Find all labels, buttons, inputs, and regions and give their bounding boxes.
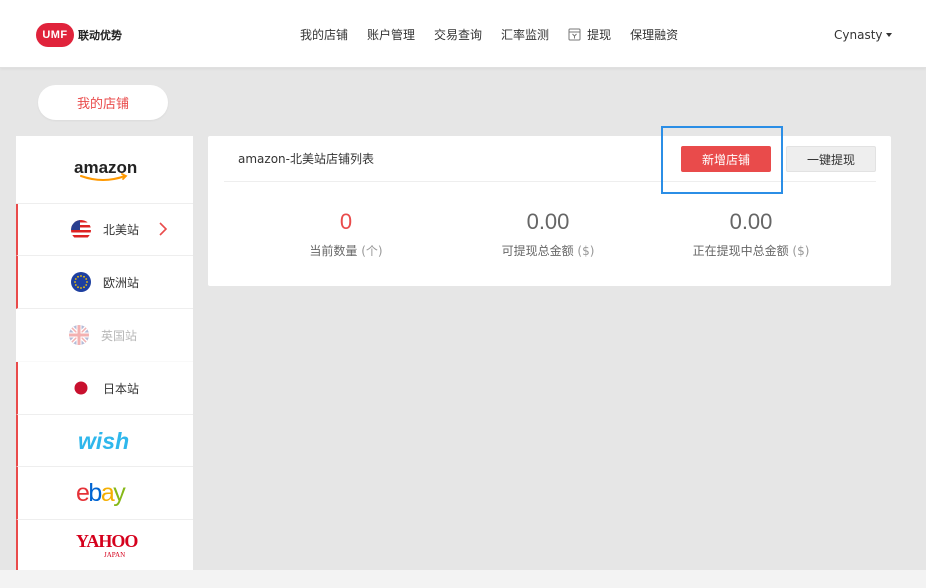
uk-flag-icon <box>69 325 89 345</box>
sidebar-item-label: 北美站 <box>103 223 140 237</box>
card-title: amazon-北美站店铺列表 <box>238 152 374 166</box>
one-click-withdraw-button[interactable]: 一键提现 <box>786 146 876 172</box>
logo-badge: UMF <box>36 23 74 47</box>
user-menu[interactable]: Cynasty <box>834 28 892 42</box>
stat-store-count: 0 当前数量 (个) <box>246 208 446 259</box>
chevron-right-icon <box>159 222 168 236</box>
nav-transactions[interactable]: 交易查询 <box>434 26 482 43</box>
store-list-card: amazon-北美站店铺列表 新增店铺 一键提现 0 当前数量 (个) 0.00… <box>208 136 891 286</box>
nav-factoring[interactable]: 保理融资 <box>630 26 678 43</box>
sidebar-item-label: 英国站 <box>101 328 138 343</box>
top-header: UMF 联动优势 我的店铺 账户管理 交易查询 汇率监测 提现 保理融资 Cyn… <box>0 0 926 68</box>
stat-withdrawing-total: 0.00 正在提现中总金额 ($) <box>651 208 851 259</box>
us-flag-icon <box>71 219 91 240</box>
sidebar-item-uk: 英国站 <box>16 309 193 362</box>
nav-withdraw[interactable]: 提现 <box>568 26 611 43</box>
platform-sidebar: amazon 北美站 欧洲站 英国站 日本站 wish ebay YAHOO! … <box>16 136 193 570</box>
stat-unit: ($) <box>792 244 810 258</box>
sidebar-item-yahoo-japan[interactable]: YAHOO! JAPAN <box>16 520 193 570</box>
svg-text:JAPAN: JAPAN <box>104 551 125 559</box>
yahoo-japan-logo: YAHOO! JAPAN <box>76 531 138 559</box>
nav-my-store[interactable]: 我的店铺 <box>300 26 348 43</box>
sidebar-item-ebay[interactable]: ebay <box>16 467 193 520</box>
wish-logo: wish <box>78 428 129 454</box>
ebay-logo: ebay <box>76 479 128 507</box>
svg-text:wish: wish <box>78 428 129 454</box>
umf-logo[interactable]: UMF 联动优势 <box>36 23 122 47</box>
chevron-down-icon <box>885 33 892 37</box>
main-nav: 我的店铺 账户管理 交易查询 汇率监测 提现 保理融资 <box>300 24 697 44</box>
jp-flag-icon <box>71 378 91 398</box>
stat-value: 0 <box>339 209 353 234</box>
svg-text:ebay: ebay <box>76 479 126 507</box>
withdraw-icon <box>568 28 581 40</box>
sidebar-item-amazon[interactable]: amazon <box>16 136 193 204</box>
sidebar-item-wish[interactable]: wish <box>16 415 193 467</box>
sidebar-item-north-america[interactable]: 北美站 <box>16 204 193 256</box>
stat-unit: ($) <box>577 244 595 258</box>
footer-strip <box>0 570 926 588</box>
sidebar-item-japan[interactable]: 日本站 <box>16 362 193 415</box>
stat-withdrawable-total: 0.00 可提现总金额 ($) <box>448 208 648 259</box>
logo-text: 联动优势 <box>78 28 122 42</box>
sidebar-item-label: 欧洲站 <box>103 275 140 290</box>
eu-flag-icon <box>71 272 91 292</box>
highlight-box <box>661 126 783 194</box>
stat-caption: 当前数量 <box>309 244 358 258</box>
stat-value: 0.00 <box>526 209 570 234</box>
stat-caption: 正在提现中总金额 <box>692 244 789 258</box>
stat-unit: (个) <box>361 244 383 258</box>
sidebar-item-label: 日本站 <box>103 381 140 396</box>
sidebar-item-europe[interactable]: 欧洲站 <box>16 256 193 309</box>
user-name: Cynasty <box>834 28 883 42</box>
amazon-logo: amazon <box>74 158 137 181</box>
stat-caption: 可提现总金额 <box>501 244 574 258</box>
nav-exchange-rate[interactable]: 汇率监测 <box>501 26 549 43</box>
stat-value: 0.00 <box>729 209 773 234</box>
svg-text:amazon: amazon <box>74 158 137 177</box>
my-store-tab[interactable]: 我的店铺 <box>38 85 168 120</box>
svg-text:YAHOO!: YAHOO! <box>76 531 138 551</box>
nav-account[interactable]: 账户管理 <box>367 26 415 43</box>
